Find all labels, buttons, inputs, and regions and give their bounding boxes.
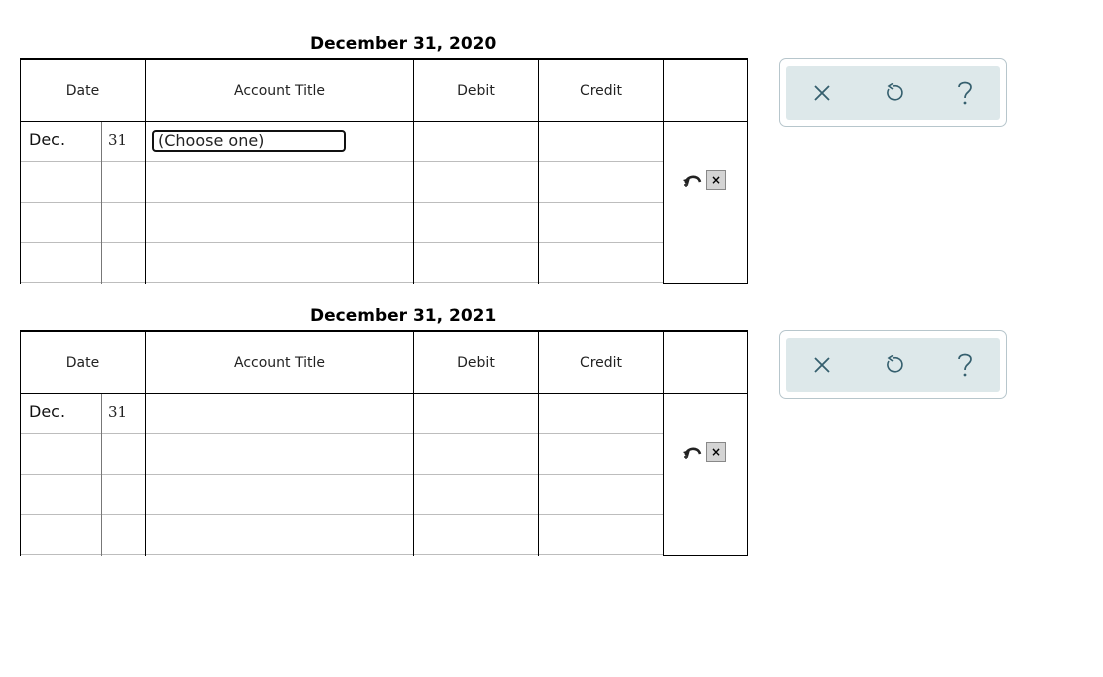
reset-icon[interactable] xyxy=(875,347,911,383)
reset-icon[interactable] xyxy=(875,75,911,111)
header-account-title: Account Title xyxy=(234,82,325,99)
undo-arrow-icon[interactable] xyxy=(682,171,704,189)
journal-2-table: Date Account Title Debit Credit Dec. 31 … xyxy=(20,330,748,556)
header-credit: Credit xyxy=(579,354,623,371)
header-debit: Debit xyxy=(457,82,495,99)
help-icon[interactable] xyxy=(947,75,983,111)
debit-input[interactable] xyxy=(414,394,538,433)
toolbar-1 xyxy=(779,58,1007,127)
journal-1-table: Date Account Title Debit Credit Dec. 31 … xyxy=(20,58,748,284)
delete-x-icon[interactable]: × xyxy=(706,442,726,462)
row-day: 31 xyxy=(108,131,128,149)
header-account-title: Account Title xyxy=(234,354,325,371)
debit-input[interactable] xyxy=(414,122,538,161)
credit-input[interactable] xyxy=(539,394,663,433)
undo-arrow-icon[interactable] xyxy=(682,443,704,461)
header-date: Date xyxy=(65,354,100,371)
account-title-cell[interactable] xyxy=(146,394,413,433)
row-month: Dec. xyxy=(29,130,66,149)
journal-2-title: December 31, 2021 xyxy=(310,306,497,326)
header-date: Date xyxy=(65,82,100,99)
credit-input[interactable] xyxy=(539,122,663,161)
row-actions: × xyxy=(682,442,730,464)
close-icon[interactable] xyxy=(804,347,840,383)
journal-1-title: December 31, 2020 xyxy=(310,34,497,54)
row-actions: × xyxy=(682,170,730,192)
header-debit: Debit xyxy=(457,354,495,371)
delete-x-icon[interactable]: × xyxy=(706,170,726,190)
account-title-select-value: (Choose one) xyxy=(158,131,265,150)
toolbar-2 xyxy=(779,330,1007,399)
close-icon[interactable] xyxy=(804,75,840,111)
header-credit: Credit xyxy=(579,82,623,99)
help-icon[interactable] xyxy=(947,347,983,383)
row-day: 31 xyxy=(108,403,128,421)
account-title-select[interactable]: (Choose one) xyxy=(152,130,346,152)
row-month: Dec. xyxy=(29,402,66,421)
